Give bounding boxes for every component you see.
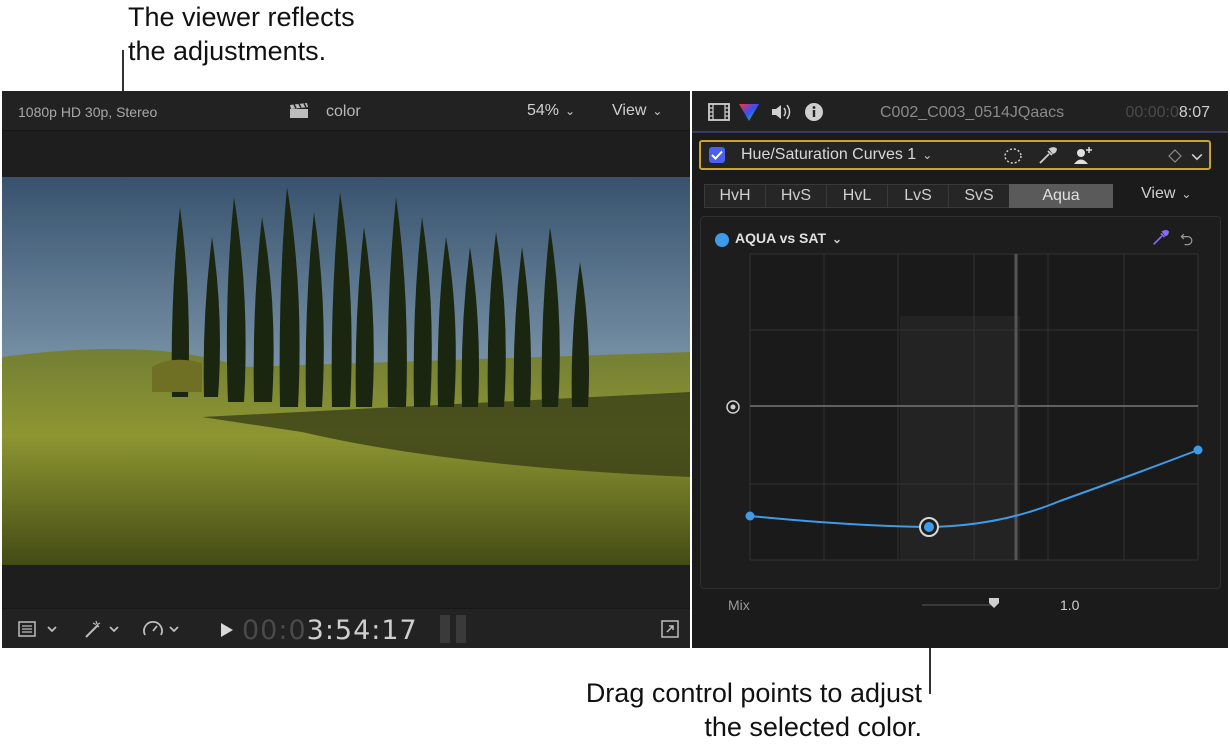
viewer-transport: 00:03:54:17	[2, 608, 690, 648]
clip-duration: 00:00:08:07	[1125, 104, 1210, 122]
curve-panel: AQUA vs SAT ⌄	[700, 216, 1221, 589]
inspector-toolbar: C002_C003_0514JQaacs 00:00:08:07	[692, 91, 1228, 133]
viewer-toolbar: 1080p HD 30p, Stereo color 54% ⌄ View ⌄	[2, 91, 690, 131]
chevron-down-icon: ⌄	[565, 104, 576, 118]
mix-slider-handle[interactable]	[988, 597, 1000, 609]
chevron-down-icon[interactable]	[1189, 146, 1205, 166]
viewer-image	[2, 177, 690, 565]
film-icon[interactable]	[708, 102, 730, 122]
callout-viewer: The viewer reflects the adjustments.	[128, 0, 355, 68]
layout-icon[interactable]	[18, 619, 60, 639]
eyedropper-icon[interactable]	[1037, 146, 1057, 166]
chevron-down-icon: ⌄	[922, 148, 933, 162]
effect-name: Hue/Saturation Curves 1	[741, 146, 917, 163]
tab-hvh[interactable]: HvH	[704, 184, 766, 208]
callout-viewer-line-1: The viewer reflects	[128, 2, 355, 32]
info-icon[interactable]	[804, 102, 824, 122]
effect-enable-checkbox[interactable]	[709, 147, 725, 163]
keyframe-diamond-icon[interactable]	[1165, 146, 1185, 166]
color-inspector: C002_C003_0514JQaacs 00:00:08:07 Hue/Sat…	[692, 91, 1228, 648]
tab-hvl[interactable]: HvL	[826, 184, 888, 208]
viewer-view-label: View	[612, 102, 647, 119]
effect-name-menu[interactable]: Hue/Saturation Curves 1 ⌄	[741, 146, 932, 164]
clip-time-dim: 00:00:0	[1125, 104, 1179, 121]
callout-curve-line-1: Drag control points to adjust	[585, 678, 922, 708]
speedometer-icon[interactable]	[142, 619, 184, 639]
clip-name: C002_C003_0514JQaacs	[880, 104, 1065, 121]
tab-lvs[interactable]: LvS	[887, 184, 949, 208]
callout-curve: Drag control points to adjust the select…	[586, 676, 922, 744]
magic-wand-icon[interactable]	[82, 619, 124, 639]
clip-time-bright: 8:07	[1178, 104, 1210, 121]
viewer-format: 1080p HD 30p, Stereo	[18, 104, 158, 120]
curve-tabs: HvH HvS HvL LvS SvS Aqua	[704, 184, 1113, 208]
mix-slider[interactable]	[922, 604, 992, 606]
viewer-timecode: 00:03:54:17	[242, 615, 418, 646]
timecode-bright: 3:54:17	[306, 615, 418, 646]
color-triangle-icon[interactable]	[738, 102, 760, 122]
tab-svs[interactable]: SvS	[948, 184, 1010, 208]
zoom-value: 54%	[527, 102, 560, 119]
person-mask-icon[interactable]	[1073, 146, 1093, 166]
mix-label: Mix	[728, 597, 750, 613]
viewer-title: color	[326, 103, 361, 120]
tab-hvs[interactable]: HvS	[765, 184, 827, 208]
inspector-view-menu[interactable]: View ⌄	[1141, 185, 1191, 203]
callout-curve-line-2: the selected color.	[704, 712, 922, 742]
mask-icon[interactable]	[1003, 146, 1023, 166]
inspector-view-label: View	[1141, 185, 1176, 202]
mix-value[interactable]: 1.0	[1060, 597, 1079, 613]
checkmark-icon	[711, 150, 723, 160]
effect-header[interactable]: Hue/Saturation Curves 1 ⌄	[699, 140, 1211, 170]
fullscreen-icon[interactable]	[660, 619, 680, 639]
chevron-down-icon: ⌄	[1181, 187, 1192, 201]
audio-meter-icon	[440, 615, 466, 643]
chevron-down-icon: ⌄	[652, 104, 663, 118]
timecode-dim: 00:0	[242, 615, 307, 646]
play-icon[interactable]	[221, 623, 233, 637]
curve-graph[interactable]	[700, 216, 1221, 589]
viewer-panel: 1080p HD 30p, Stereo color 54% ⌄ View ⌄	[2, 91, 690, 648]
speaker-icon[interactable]	[770, 102, 792, 122]
viewer-view-menu[interactable]: View ⌄	[612, 102, 662, 120]
callout-viewer-line-2: the adjustments.	[128, 36, 327, 66]
tab-aqua[interactable]: Aqua	[1009, 184, 1113, 208]
zoom-menu[interactable]: 54% ⌄	[527, 102, 575, 120]
clapperboard-icon	[290, 103, 308, 118]
